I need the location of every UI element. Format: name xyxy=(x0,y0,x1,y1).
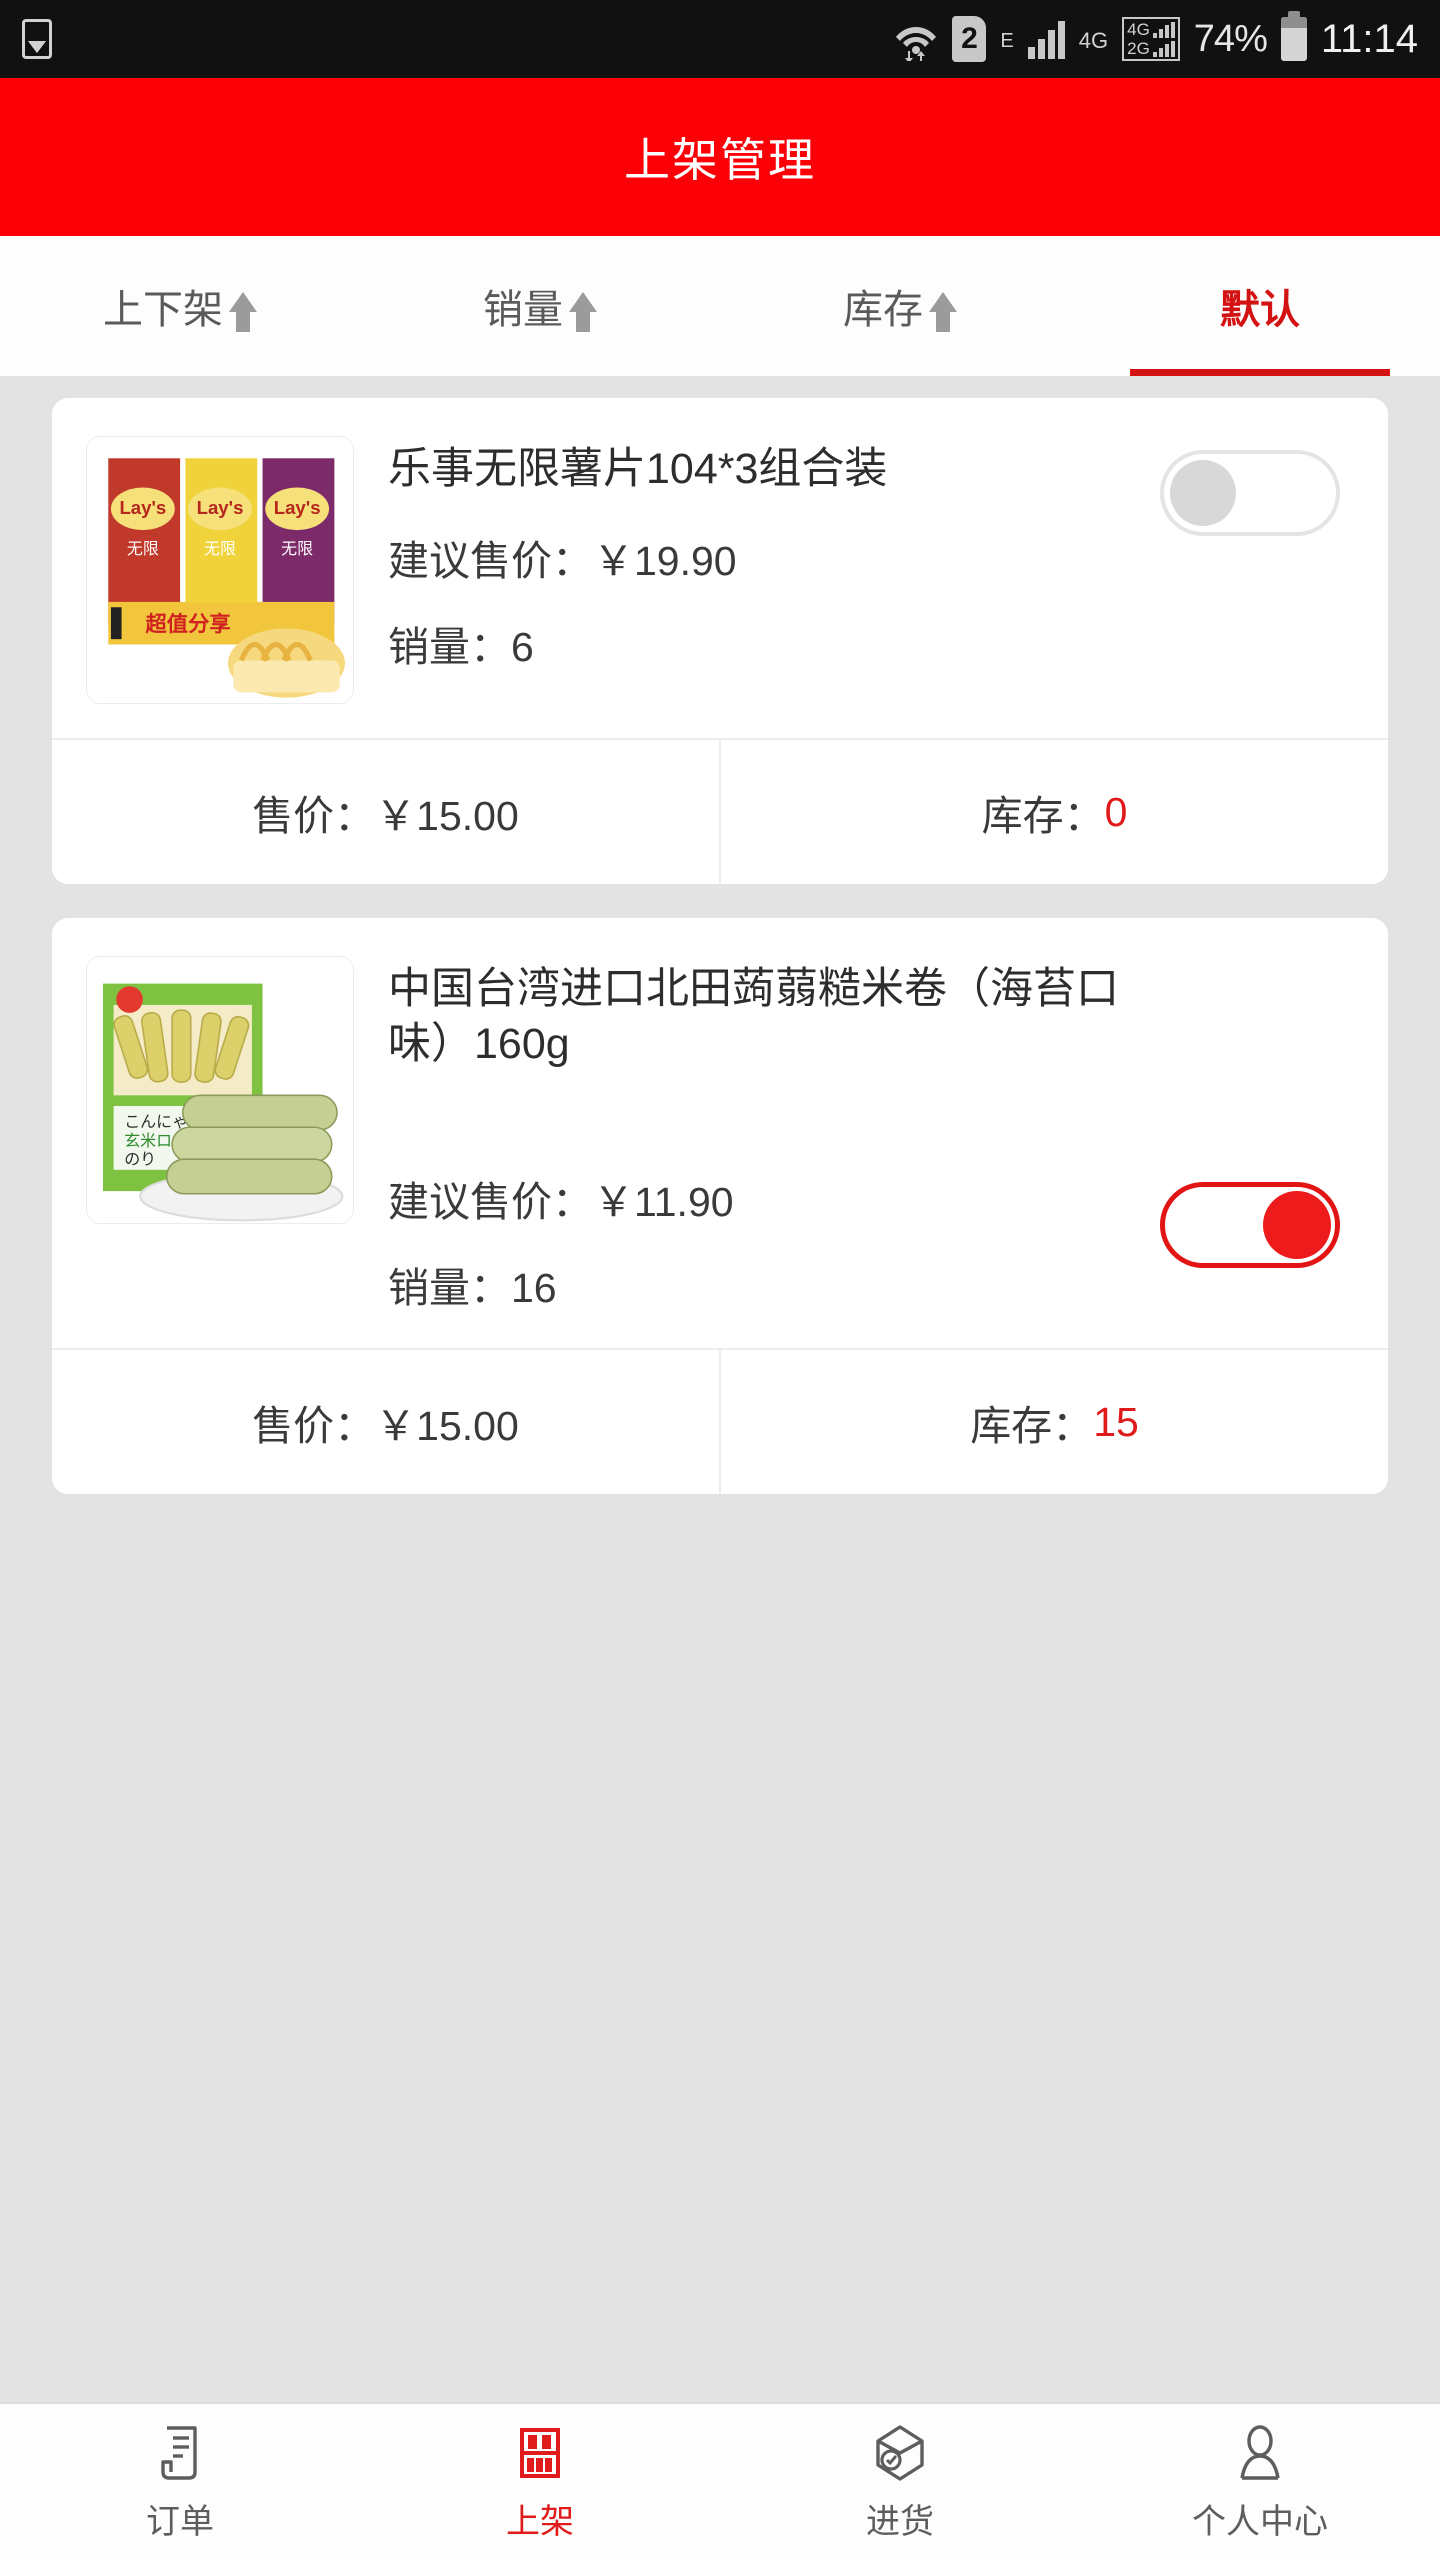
tab-on-off-shelf[interactable]: 上下架 xyxy=(0,236,360,376)
status-bar-right: 2 E 4G 4G 2G 74% 11:14 xyxy=(894,11,1418,63)
arrow-up-icon xyxy=(929,292,957,332)
product-card[interactable]: こんにゃく 玄米ロール のり 中国台湾进口北田蒟蒻糙米卷（海苔口味）160g 建… xyxy=(52,918,1388,1495)
product-stock-value: 0 xyxy=(1104,788,1128,835)
dual-sim-bottom-label: 2G xyxy=(1127,39,1150,58)
svg-text:无限: 无限 xyxy=(204,540,236,558)
product-suggested-price: 建议售价：￥19.90 xyxy=(388,538,737,585)
product-name: 乐事无限薯片104*3组合装 xyxy=(388,445,888,493)
tab-default[interactable]: 默认 xyxy=(1080,236,1440,376)
toggle-knob xyxy=(1170,460,1236,526)
product-card-bottom: 售价：￥15.00 库存： 0 xyxy=(52,738,1388,884)
product-price-cell[interactable]: 售价：￥15.00 xyxy=(52,1350,719,1494)
sort-tab-bar: 上下架 销量 库存 默认 xyxy=(0,236,1440,376)
status-bar-left xyxy=(22,19,52,59)
status-bar: 2 E 4G 4G 2G 74% 11:14 xyxy=(0,0,1440,78)
page-title: 上架管理 xyxy=(624,134,816,186)
product-stock-cell[interactable]: 库存： 0 xyxy=(719,740,1388,884)
nav-item-purchase-label: 进货 xyxy=(866,2502,934,2541)
product-card-top: Lay's Lay's Lay's 无限 无限 无限 超值分享 乐事无限薯片10… xyxy=(52,398,1388,738)
photo-icon xyxy=(22,19,52,59)
wifi-icon xyxy=(894,17,938,63)
edge-network-label: E xyxy=(1000,30,1014,52)
beitian-rice-rolls-thumbnail: こんにゃく 玄米ロール のり xyxy=(86,956,354,1224)
nav-item-orders[interactable]: 订单 xyxy=(0,2422,360,2543)
product-price-label: 售价：￥15.00 xyxy=(252,793,519,839)
svg-text:无限: 无限 xyxy=(127,540,159,558)
tab-stock[interactable]: 库存 xyxy=(720,236,1080,376)
product-sales: 销量：6 xyxy=(388,624,534,671)
arrow-up-icon xyxy=(569,292,597,332)
clock-label: 11:14 xyxy=(1320,16,1418,61)
dual-sim-signal-icon: 4G 2G xyxy=(1122,17,1180,61)
nav-item-profile[interactable]: 个人中心 xyxy=(1080,2422,1440,2543)
nav-item-profile-label: 个人中心 xyxy=(1192,2502,1328,2541)
arrow-up-icon xyxy=(229,292,257,332)
toggle-knob xyxy=(1263,1191,1331,1259)
nav-item-shelf[interactable]: 上架 xyxy=(360,2422,720,2543)
product-stock-prefix: 库存： xyxy=(981,793,1105,839)
product-stock-cell[interactable]: 库存： 15 xyxy=(719,1350,1388,1495)
nav-item-orders-label: 订单 xyxy=(146,2502,214,2541)
product-sales: 销量：16 xyxy=(388,1265,557,1312)
nav-item-shelf-label: 上架 xyxy=(506,2502,574,2541)
product-card[interactable]: Lay's Lay's Lay's 无限 无限 无限 超值分享 乐事无限薯片10… xyxy=(52,398,1388,884)
svg-text:Lay's: Lay's xyxy=(197,497,244,518)
product-card-top: こんにゃく 玄米ロール のり 中国台湾进口北田蒟蒻糙米卷（海苔口味）160g 建… xyxy=(52,918,1388,1348)
app-header: 上架管理 xyxy=(0,78,1440,236)
product-card-bottom: 售价：￥15.00 库存： 15 xyxy=(52,1348,1388,1495)
product-price-label: 售价：￥15.00 xyxy=(252,1403,519,1450)
tab-sales[interactable]: 销量 xyxy=(360,236,720,376)
product-list: Lay's Lay's Lay's 无限 无限 无限 超值分享 乐事无限薯片10… xyxy=(0,376,1440,2416)
person-icon xyxy=(1229,2422,1291,2484)
product-suggested-price: 建议售价：￥11.90 xyxy=(388,1179,734,1226)
tab-sales-label: 销量 xyxy=(483,288,563,332)
tab-on-off-shelf-label: 上下架 xyxy=(103,288,223,332)
receipt-icon xyxy=(149,2422,211,2484)
tab-stock-label: 库存 xyxy=(843,288,923,332)
svg-text:Lay's: Lay's xyxy=(274,497,321,518)
product-stock-prefix: 库存： xyxy=(970,1403,1094,1450)
svg-text:のり: のり xyxy=(124,1151,156,1168)
product-shelf-toggle[interactable] xyxy=(1160,450,1340,536)
svg-text:Lay's: Lay's xyxy=(119,497,166,518)
product-price-cell[interactable]: 售价：￥15.00 xyxy=(52,740,719,884)
network-type-label: 4G xyxy=(1078,28,1109,53)
battery-icon xyxy=(1280,11,1307,61)
dual-sim-top-label: 4G xyxy=(1127,20,1150,39)
bottom-navigation-bar: 订单 上架 进货 个人中心 xyxy=(0,2402,1440,2560)
tab-default-label: 默认 xyxy=(1220,288,1300,332)
shelf-icon xyxy=(509,2422,571,2484)
sim-slot-indicator: 2 xyxy=(952,16,987,62)
lays-chips-combo-thumbnail: Lay's Lay's Lay's 无限 无限 无限 超值分享 xyxy=(86,436,354,704)
product-name: 中国台湾进口北田蒟蒻糙米卷（海苔口味）160g xyxy=(388,965,1119,1069)
signal-bars-icon xyxy=(1027,19,1065,59)
box-icon xyxy=(869,2422,931,2484)
battery-percent-label: 74% xyxy=(1193,17,1268,60)
nav-item-purchase[interactable]: 进货 xyxy=(720,2422,1080,2543)
svg-text:超值分享: 超值分享 xyxy=(146,611,231,636)
svg-text:无限: 无限 xyxy=(281,540,313,558)
product-stock-value: 15 xyxy=(1093,1398,1139,1445)
product-shelf-toggle[interactable] xyxy=(1160,1182,1340,1268)
